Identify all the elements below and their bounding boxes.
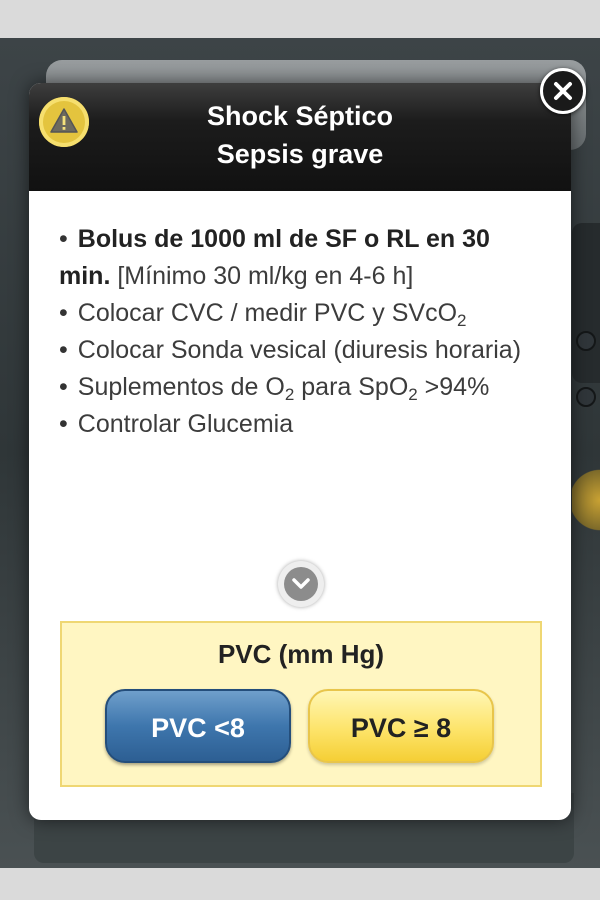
chevron-down-icon [284, 567, 318, 601]
item-text: >94% [417, 373, 490, 401]
pvc-title: PVC (mm Hg) [217, 639, 385, 669]
bullet: • [59, 373, 68, 401]
close-icon [554, 82, 572, 100]
pvc-selector-panel: PVC (mm Hg) PVC <8 PVC ≥ 8 [60, 621, 542, 787]
background-yellow-button [572, 468, 600, 532]
subscript: 2 [408, 385, 418, 404]
background-dot-icon [576, 331, 596, 351]
item-text: para SpO [294, 373, 409, 401]
dialog-subtitle: Sepsis grave [216, 139, 384, 169]
bullet: • [59, 410, 68, 438]
instructions-list: • Bolus de 1000 ml de SF o RL en 30 min. … [59, 221, 547, 443]
sepsis-dialog: Shock Séptico Sepsis grave • Bolus de 100… [29, 83, 571, 820]
subscript: 2 [457, 311, 467, 330]
list-item: • Suplementos de O2 para SpO2 >94% [59, 369, 547, 406]
item-text: [Mínimo 30 ml/kg en 4-6 h] [110, 262, 414, 290]
bullet: • [59, 336, 68, 364]
expand-button[interactable] [278, 561, 324, 607]
dialog-header: Shock Séptico Sepsis grave [29, 83, 571, 191]
item-text: Controlar Glucemia [77, 410, 294, 438]
pvc-high-button[interactable]: PVC ≥ 8 [308, 689, 494, 763]
list-item: • Controlar Glucemia [59, 406, 547, 443]
list-item: • Colocar Sonda vesical (diuresis horaria… [59, 332, 547, 369]
list-item: • Colocar CVC / medir PVC y SVcO2 [59, 295, 547, 332]
pvc-low-button[interactable]: PVC <8 [105, 689, 291, 763]
item-text: Colocar Sonda vesical (diuresis horaria) [77, 336, 522, 364]
bullet: • [59, 225, 68, 253]
close-button[interactable] [540, 68, 586, 114]
dialog-title: Shock Séptico [206, 101, 394, 131]
background-dot-icon [576, 387, 596, 407]
bullet: • [59, 299, 68, 327]
item-text: Suplementos de O [77, 373, 285, 401]
background-side-panel [572, 223, 600, 407]
subscript: 2 [284, 385, 295, 404]
list-item: • Bolus de 1000 ml de SF o RL en 30 min. … [59, 221, 547, 295]
item-text: Colocar CVC / medir PVC y SVcO [77, 299, 458, 327]
